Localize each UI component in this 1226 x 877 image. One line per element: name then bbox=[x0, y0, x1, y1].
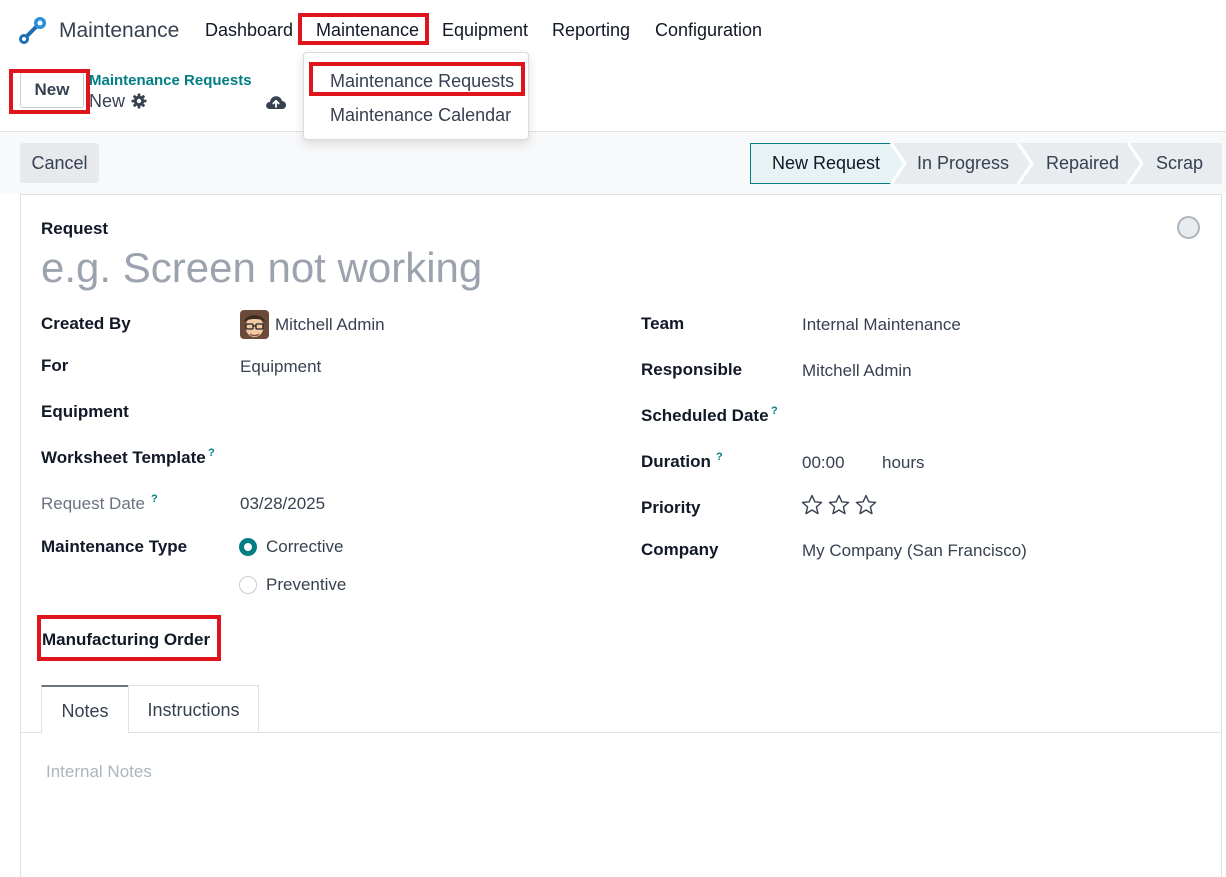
menu-item-maintenance-calendar[interactable]: Maintenance Calendar bbox=[330, 105, 511, 126]
equipment-input[interactable] bbox=[240, 398, 600, 426]
scheduled-date-label: Scheduled Date bbox=[641, 406, 769, 425]
responsible-label: Responsible bbox=[641, 360, 743, 379]
nav-configuration[interactable]: Configuration bbox=[655, 20, 762, 41]
app-name[interactable]: Maintenance bbox=[59, 19, 179, 43]
help-icon[interactable]: ? bbox=[771, 405, 778, 417]
highlight-box-maintenance-menu bbox=[298, 13, 429, 45]
stage-in-progress[interactable]: In Progress bbox=[917, 153, 1009, 174]
worksheet-template-label: Worksheet Template bbox=[41, 448, 206, 467]
stage-new-request[interactable]: New Request bbox=[772, 153, 880, 174]
cancel-button[interactable]: Cancel bbox=[20, 143, 99, 183]
stage-scrap[interactable]: Scrap bbox=[1156, 153, 1203, 174]
priority-label: Priority bbox=[641, 498, 701, 517]
highlight-box-new-button bbox=[9, 69, 90, 114]
team-label: Team bbox=[641, 314, 685, 333]
help-icon[interactable]: ? bbox=[151, 493, 158, 505]
stage-pipeline: New Request In Progress Repaired Scrap bbox=[750, 143, 1222, 184]
star-icon[interactable] bbox=[801, 494, 823, 516]
worksheet-template-input[interactable] bbox=[240, 444, 600, 472]
request-label: Request bbox=[41, 219, 109, 238]
responsible-value[interactable]: Mitchell Admin bbox=[802, 361, 912, 381]
for-select[interactable]: Equipment bbox=[240, 357, 321, 377]
help-icon[interactable]: ? bbox=[208, 447, 215, 459]
tab-notes[interactable]: Notes bbox=[41, 685, 129, 733]
created-by-label: Created By bbox=[41, 314, 131, 333]
for-label: For bbox=[41, 356, 69, 375]
radio-preventive[interactable] bbox=[239, 576, 257, 594]
form-sheet bbox=[20, 194, 1222, 877]
user-avatar bbox=[240, 310, 269, 339]
internal-notes-editor[interactable]: Internal Notes bbox=[46, 762, 152, 782]
duration-unit: hours bbox=[882, 453, 925, 472]
duration-label: Duration bbox=[641, 452, 711, 471]
radio-preventive-label[interactable]: Preventive bbox=[266, 575, 346, 595]
company-label: Company bbox=[641, 540, 719, 559]
team-value[interactable]: Internal Maintenance bbox=[802, 315, 961, 335]
highlight-box-manufacturing-order bbox=[37, 615, 221, 661]
stage-repaired[interactable]: Repaired bbox=[1046, 153, 1119, 174]
top-navbar: Maintenance Dashboard Maintenance Equipm… bbox=[0, 0, 1226, 62]
highlight-box-maintenance-requests bbox=[309, 62, 525, 96]
radio-corrective-label[interactable]: Corrective bbox=[266, 537, 343, 557]
star-icon[interactable] bbox=[828, 494, 850, 516]
help-icon[interactable]: ? bbox=[716, 451, 723, 463]
nav-equipment[interactable]: Equipment bbox=[442, 20, 528, 41]
request-date-value: 03/28/2025 bbox=[240, 494, 326, 513]
star-icon[interactable] bbox=[855, 494, 877, 516]
tab-instructions[interactable]: Instructions bbox=[128, 685, 259, 733]
request-date-label: Request Date bbox=[41, 494, 145, 513]
scheduled-date-input[interactable] bbox=[802, 402, 1182, 430]
maintenance-app-icon[interactable] bbox=[17, 16, 47, 46]
company-value[interactable]: My Company (San Francisco) bbox=[802, 541, 1027, 561]
request-title-input[interactable]: e.g. Screen not working bbox=[41, 244, 482, 292]
breadcrumb-maintenance-requests[interactable]: Maintenance Requests bbox=[89, 72, 252, 89]
maintenance-type-label: Maintenance Type bbox=[41, 537, 188, 556]
duration-input[interactable]: 00:00 bbox=[802, 453, 845, 473]
cloud-upload-icon[interactable] bbox=[265, 93, 287, 110]
equipment-label: Equipment bbox=[41, 402, 129, 421]
radio-corrective[interactable] bbox=[239, 538, 257, 556]
gear-icon[interactable] bbox=[131, 93, 147, 109]
nav-dashboard[interactable]: Dashboard bbox=[205, 20, 293, 41]
maintenance-dropdown-menu: Maintenance Requests Maintenance Calenda… bbox=[303, 52, 529, 140]
kanban-state-indicator[interactable] bbox=[1177, 216, 1200, 239]
breadcrumb-current: New bbox=[89, 91, 126, 111]
created-by-value[interactable]: Mitchell Admin bbox=[275, 315, 385, 335]
nav-reporting[interactable]: Reporting bbox=[552, 20, 630, 41]
